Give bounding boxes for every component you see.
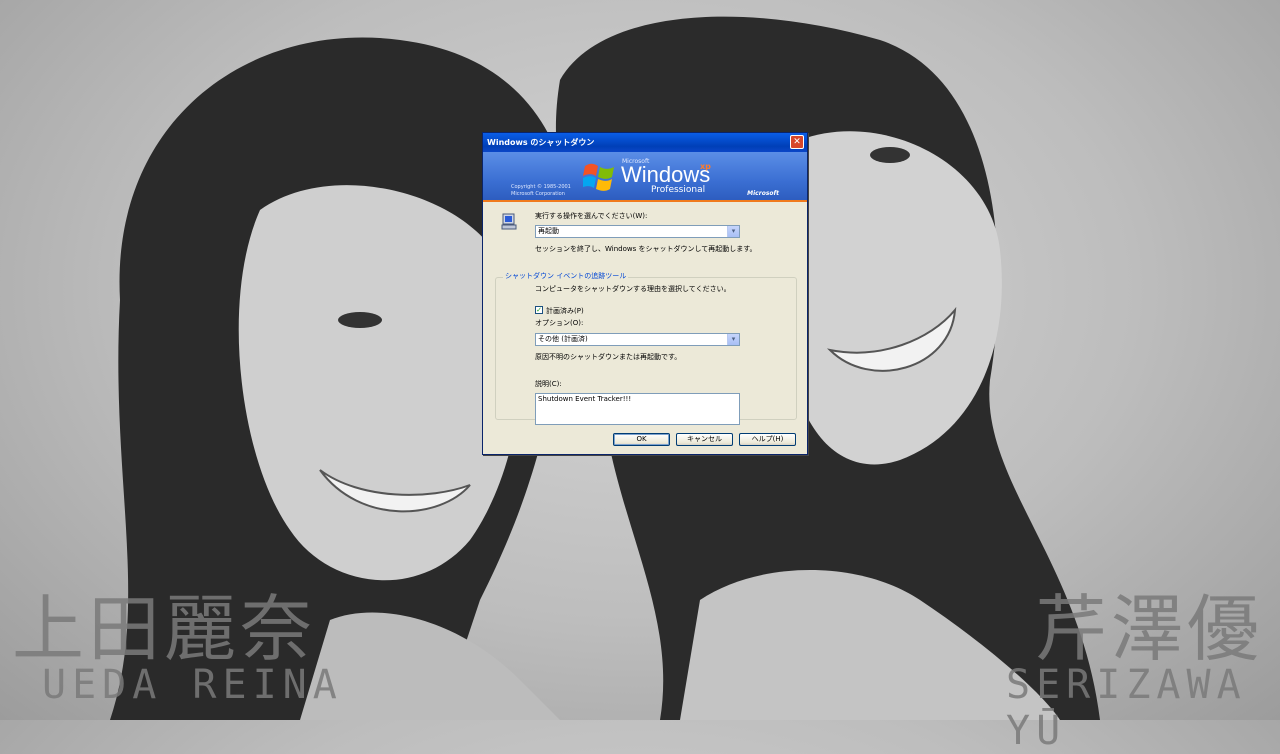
group-title: シャットダウン イベントの追跡ツール: [503, 271, 629, 281]
comment-label: 説明(C):: [535, 380, 562, 388]
planned-label[interactable]: 計画済み(P): [546, 306, 584, 316]
comment-textarea[interactable]: Shutdown Event Tracker!!!: [535, 393, 740, 425]
dialog-titlebar[interactable]: Windows のシャットダウン ✕: [483, 133, 807, 152]
banner-version: xp: [700, 162, 711, 171]
action-select[interactable]: 再起動 ▾: [535, 225, 740, 238]
copyright-line-1: Copyright © 1985-2001: [511, 184, 571, 190]
ok-button[interactable]: OK: [613, 433, 670, 446]
planned-checkbox[interactable]: ✓: [535, 306, 543, 314]
check-icon: ✓: [536, 306, 542, 314]
group-description: コンピュータをシャットダウンする理由を選択してください。: [535, 285, 731, 293]
chevron-down-icon[interactable]: ▾: [727, 334, 739, 345]
close-icon: ✕: [793, 137, 801, 147]
comment-value: Shutdown Event Tracker!!!: [538, 395, 632, 403]
left-name-roman: UEDA REINA: [42, 662, 343, 708]
banner-accent-band: [483, 200, 807, 202]
option-description: 原因不明のシャットダウンまたは再起動です。: [535, 353, 682, 361]
option-label: オプション(O):: [535, 319, 584, 327]
shutdown-dialog: Windows のシャットダウン ✕ Microsoft Windows xp …: [482, 132, 808, 455]
right-name-kanji: 芹澤優: [1035, 587, 1264, 671]
help-button[interactable]: ヘルプ(H): [739, 433, 796, 446]
banner-edition: Professional: [651, 185, 706, 195]
dialog-title: Windows のシャットダウン: [487, 138, 595, 147]
action-label: 実行する操作を選んでください(W):: [535, 212, 648, 220]
copyright-line-2: Microsoft Corporation: [511, 191, 565, 197]
close-button[interactable]: ✕: [790, 135, 804, 149]
cancel-button[interactable]: キャンセル: [676, 433, 733, 446]
windows-flag-icon: [583, 163, 614, 191]
chevron-down-icon[interactable]: ▾: [727, 226, 739, 237]
right-name-roman: SERIZAWA YŪ: [1006, 662, 1247, 754]
banner-copyright: Copyright © 1985-2001 Microsoft Corporat…: [511, 184, 571, 198]
action-select-value: 再起動: [538, 227, 559, 235]
computer-icon: [501, 213, 517, 230]
microsoft-logo: Microsoft: [747, 190, 779, 197]
left-name-kanji: 上田麗奈: [12, 587, 317, 671]
option-select-value: その他 (計画済): [538, 335, 588, 343]
option-select[interactable]: その他 (計画済) ▾: [535, 333, 740, 346]
action-description: セッションを終了し、Windows をシャットダウンして再起動します。: [535, 245, 757, 253]
windows-xp-banner: Microsoft Windows xp Professional Copyri…: [483, 152, 807, 202]
